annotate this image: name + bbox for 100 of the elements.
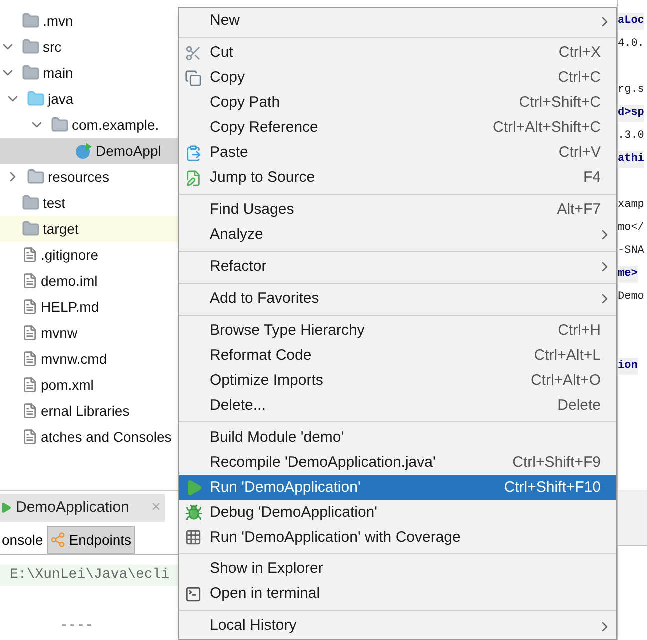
tree-label: mvnw.cmd (41, 350, 108, 368)
code-fragment: athi (618, 151, 644, 168)
menu-item[interactable]: Copy Path Ctrl+Shift+C (179, 90, 616, 116)
class-icon (75, 142, 93, 160)
file-icon (22, 299, 38, 315)
tree-row[interactable]: mvnw (0, 320, 178, 346)
code-fragment: Demo (618, 290, 644, 306)
folder-icon (22, 64, 40, 82)
tree-row[interactable]: target (0, 216, 178, 242)
tree-row[interactable]: atches and Consoles (0, 424, 178, 450)
menu-item[interactable]: New (179, 9, 616, 34)
file-icon (22, 429, 38, 445)
code-fragment: -SNA (618, 244, 644, 260)
menu-item[interactable]: Open in terminal (179, 582, 616, 608)
tree-label: test (43, 194, 66, 212)
menu-item[interactable]: Optimize Imports Ctrl+Alt+O (179, 368, 616, 394)
folder-icon (22, 12, 40, 30)
menu-item[interactable]: Copy Reference Ctrl+Alt+Shift+C (179, 116, 616, 141)
shortcut-label: Ctrl+Shift+F9 (512, 452, 601, 472)
tree-label: atches and Consoles (41, 428, 172, 446)
tree-label: HELP.md (41, 298, 100, 316)
tree-label: mvnw (41, 324, 78, 342)
tree-label: java (48, 90, 74, 109)
shortcut-label: Ctrl+Alt+Shift+C (493, 118, 601, 138)
menu-item[interactable]: Find Usages Alt+F7 (179, 198, 616, 223)
code-fragment: mo</ (618, 221, 644, 236)
tree-row[interactable]: mvnw.cmd (0, 346, 178, 372)
shortcut-label: Ctrl+Shift+C (519, 93, 601, 114)
menu-item[interactable]: Add to Favorites (179, 286, 616, 312)
shortcut-label: Alt+F7 (557, 200, 601, 220)
tree-row[interactable]: src (0, 34, 178, 60)
menu-item[interactable]: Local History (179, 614, 616, 639)
panel-tab[interactable]: Endpoints (47, 526, 135, 554)
shortcut-label: Ctrl+X (558, 43, 601, 64)
file-icon (22, 351, 38, 367)
tree-row[interactable]: com.example. (0, 112, 178, 138)
console-line: ---- (59, 617, 95, 636)
file-icon (22, 403, 38, 419)
menu-item[interactable]: Reformat Code Ctrl+Alt+L (179, 343, 616, 368)
tab-label: DemoApplication (16, 498, 130, 518)
code-fragment: aLoc (618, 13, 644, 30)
package-icon (51, 116, 69, 134)
tree-label: target (43, 220, 79, 239)
menu-item[interactable]: Recompile 'DemoApplication.java' Ctrl+Shift+F9 (179, 450, 616, 476)
shortcut-label: Ctrl+Alt+O (530, 370, 601, 391)
folder-icon (22, 194, 40, 212)
tree-row[interactable]: main (0, 60, 178, 86)
menu-item[interactable]: Jump to Source F4 (179, 166, 616, 191)
scissors-icon (185, 44, 202, 62)
tree-row[interactable]: .mvn (0, 8, 178, 34)
tree-row[interactable]: demo.iml (0, 268, 178, 294)
file-icon (22, 325, 38, 341)
tree-label: .mvn (43, 12, 74, 30)
file-icon (22, 247, 38, 263)
menu-item[interactable]: Browse Type Hierarchy Ctrl+H (179, 318, 616, 344)
tree-row[interactable]: DemoAppl (0, 138, 178, 164)
menu-item[interactable]: Run 'DemoApplication' Ctrl+Shift+F10 (179, 475, 616, 500)
tree-row[interactable]: .gitignore (0, 242, 178, 268)
edit-icon (185, 170, 202, 187)
menu-item[interactable]: Analyze (179, 222, 616, 248)
folder-icon (27, 90, 45, 108)
shortcut-label: Ctrl+C (558, 68, 601, 88)
code-fragment: ion (618, 358, 638, 375)
terminal-icon (185, 586, 202, 604)
menu-item[interactable]: Refactor (179, 254, 616, 280)
tree-label: main (43, 64, 74, 82)
shortcut-label: Ctrl+H (558, 320, 601, 341)
code-fragment: rg.s (618, 83, 644, 98)
tree-row[interactable]: test (0, 190, 178, 216)
menu-item[interactable]: Copy Ctrl+C (179, 66, 616, 91)
menu-item[interactable]: Show in Explorer (179, 557, 616, 582)
tree-row[interactable]: resources (0, 164, 178, 190)
tree-row[interactable]: HELP.md (0, 294, 178, 320)
code-fragment: xamp (618, 198, 644, 214)
paste-icon (185, 144, 202, 162)
menu-item[interactable]: Run 'DemoApplication' with Coverage (179, 525, 616, 550)
tree-row[interactable]: pom.xml (0, 372, 178, 398)
code-fragment: 4.0. (618, 37, 644, 52)
tree-row[interactable]: java (0, 86, 178, 112)
tree-label: demo.iml (41, 272, 98, 290)
menu-item[interactable]: Delete... Delete (179, 393, 616, 418)
tree-label: src (43, 38, 62, 56)
menu-item[interactable]: Paste Ctrl+V (179, 140, 616, 166)
code-fragment: me> (618, 266, 638, 283)
folder-icon (22, 220, 40, 238)
bug-icon (185, 504, 203, 522)
tree-label: resources (48, 168, 110, 186)
code-fragment: .3.0 (618, 129, 644, 144)
tree-label: pom.xml (41, 376, 94, 395)
copy-icon (185, 70, 202, 87)
play-icon (185, 478, 203, 497)
tree-row[interactable]: ernal Libraries (0, 398, 178, 424)
menu-item[interactable]: Cut Ctrl+X (179, 40, 616, 66)
menu-item[interactable]: Debug 'DemoApplication' (179, 500, 616, 526)
menu-item[interactable]: Build Module 'demo' (179, 425, 616, 450)
run-config-icon (0, 502, 12, 514)
shortcut-label: Ctrl+Alt+L (534, 346, 601, 366)
shortcut-label: Ctrl+V (558, 143, 601, 164)
folder-icon (22, 38, 40, 56)
run-tab[interactable]: DemoApplication × (0, 494, 165, 522)
